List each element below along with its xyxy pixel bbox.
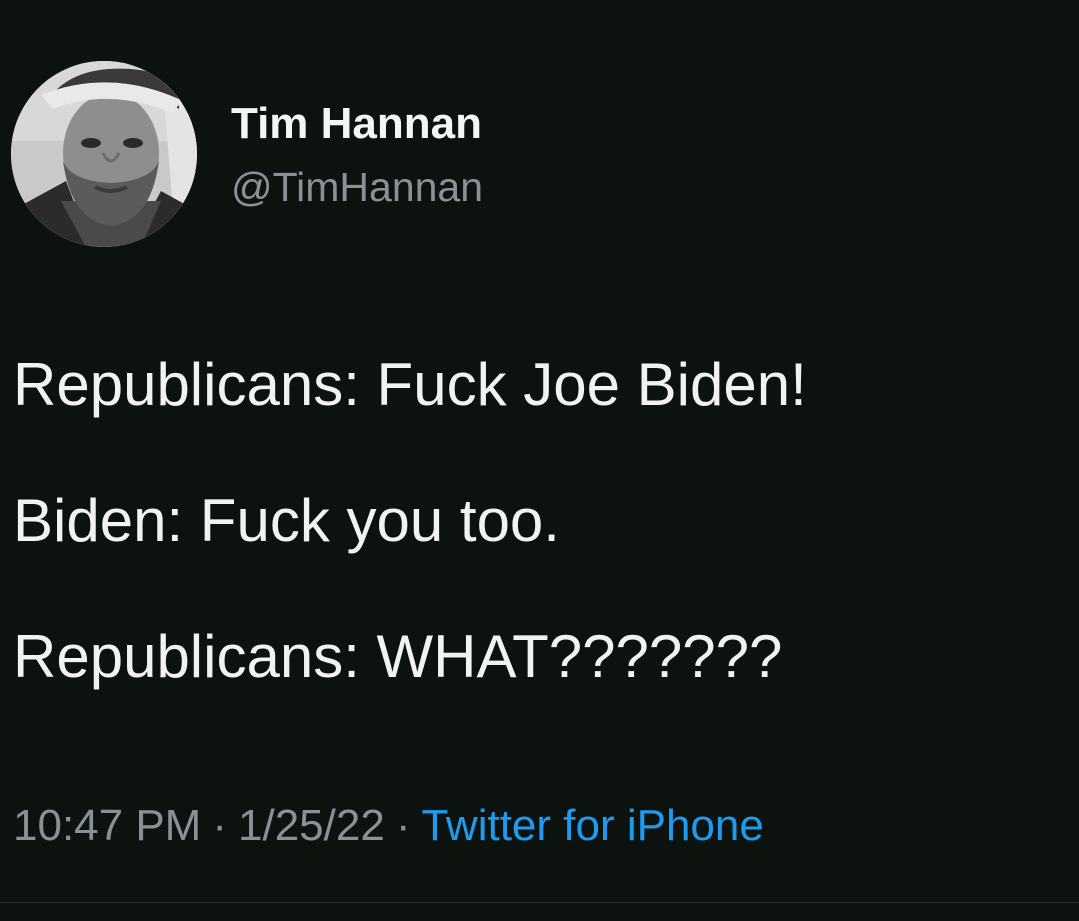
tweet-text: Republicans: Fuck Joe Biden! Biden: Fuck… — [13, 350, 1063, 692]
author-block: Tim Hannan @TimHannan — [231, 98, 483, 211]
tweet-date[interactable]: 1/25/22 — [238, 801, 385, 850]
tweet-metadata: 10:47 PM · 1/25/22 · Twitter for iPhone — [13, 800, 764, 852]
tweet-line: Republicans: Fuck Joe Biden! — [13, 351, 807, 418]
tweet-card: Tim Hannan @TimHannan Republicans: Fuck … — [0, 0, 1079, 921]
author-display-name[interactable]: Tim Hannan — [231, 98, 483, 150]
separator-dot: · — [395, 801, 411, 850]
tweet-source-link[interactable]: Twitter for iPhone — [421, 801, 763, 850]
divider — [0, 902, 1079, 903]
avatar[interactable] — [11, 61, 197, 247]
profile-photo-icon — [11, 61, 197, 247]
tweet-line: Biden: Fuck you too. — [13, 487, 560, 554]
separator-dot: · — [212, 801, 227, 850]
tweet-time[interactable]: 10:47 PM — [13, 801, 201, 850]
author-handle[interactable]: @TimHannan — [231, 163, 483, 211]
tweet-line: Republicans: WHAT??????? — [13, 623, 783, 690]
